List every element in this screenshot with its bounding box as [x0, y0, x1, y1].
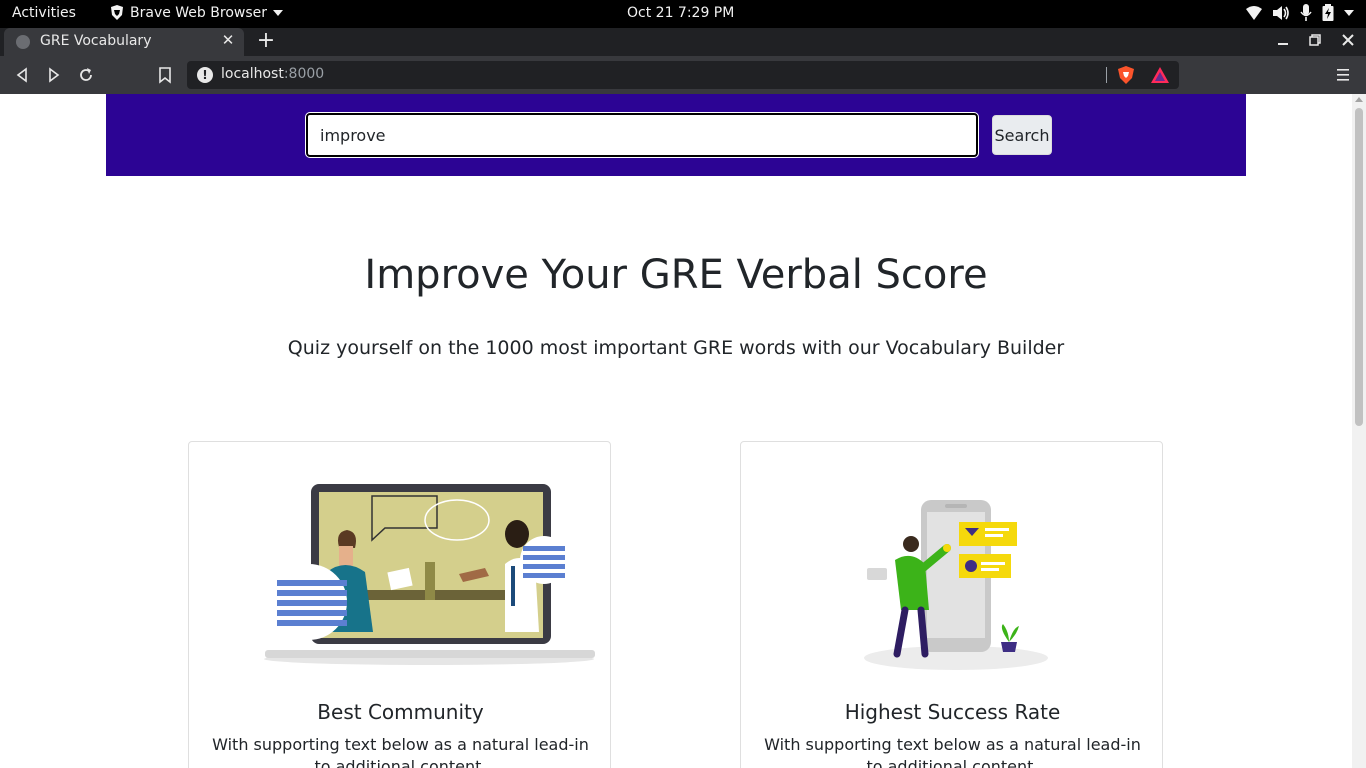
system-tray[interactable] [1246, 4, 1354, 22]
page-subtitle: Quiz yourself on the 1000 most important… [287, 337, 1065, 359]
page-title: Improve Your GRE Verbal Score [364, 252, 988, 298]
card-text: With supporting text below as a natural … [212, 735, 589, 768]
globe-icon [16, 35, 30, 49]
tab-gre-vocabulary[interactable]: GRE Vocabulary ✕ [4, 28, 244, 56]
brave-shields-icon[interactable] [1117, 66, 1135, 84]
brave-rewards-icon[interactable] [1151, 67, 1169, 83]
feature-card-success: Highest Success Rate With supporting tex… [740, 441, 1163, 768]
web-page: Search Improve Your GRE Verbal Score Qui… [0, 94, 1352, 768]
app-menu[interactable]: Brave Web Browser [110, 5, 283, 21]
phone-chat-illustration [864, 500, 1048, 670]
url-divider [1106, 67, 1107, 83]
volume-icon [1273, 6, 1289, 20]
site-info-icon[interactable]: ! [197, 67, 213, 83]
card-text: With supporting text below as a natural … [764, 735, 1141, 768]
close-window-icon[interactable] [1338, 32, 1358, 52]
video-meeting-illustration [264, 484, 595, 665]
tab-strip: GRE Vocabulary ✕ + [0, 28, 1366, 56]
feature-card-community: Best Community With supporting text belo… [188, 441, 611, 768]
app-menu-label: Brave Web Browser [130, 5, 267, 21]
url-text: localhost:8000 [221, 66, 325, 82]
forward-icon[interactable] [44, 65, 64, 85]
card-title: Best Community [317, 700, 484, 724]
activities-button[interactable]: Activities [12, 5, 76, 21]
brave-lion-icon [111, 5, 123, 20]
maximize-icon[interactable] [1305, 32, 1325, 52]
battery-icon [1322, 4, 1334, 21]
search-input[interactable] [305, 112, 979, 158]
clock[interactable]: Oct 21 7:29 PM [627, 5, 734, 21]
minimize-icon[interactable] [1273, 32, 1293, 52]
address-bar[interactable]: ! localhost:8000 [187, 61, 1179, 89]
reload-icon[interactable] [76, 65, 96, 85]
microphone-icon [1300, 4, 1312, 21]
wifi-icon [1246, 6, 1262, 20]
hamburger-menu-icon[interactable] [1334, 65, 1354, 85]
close-tab-icon[interactable]: ✕ [220, 32, 236, 48]
back-icon[interactable] [12, 65, 32, 85]
system-menu-chevron-icon [1344, 10, 1354, 16]
new-tab-button[interactable]: + [256, 30, 276, 52]
scrollbar-thumb[interactable] [1355, 108, 1363, 426]
search-header: Search [106, 94, 1246, 176]
scroll-up-icon[interactable] [1355, 97, 1363, 102]
bookmark-icon[interactable] [155, 65, 175, 85]
card-title: Highest Success Rate [844, 700, 1061, 724]
chevron-down-icon [273, 10, 283, 16]
browser-toolbar: ! localhost:8000 [0, 56, 1366, 94]
page-scrollbar[interactable] [1352, 94, 1366, 768]
system-top-bar: Activities Brave Web Browser Oct 21 7:29… [0, 0, 1366, 28]
tab-title: GRE Vocabulary [40, 33, 152, 49]
search-button[interactable]: Search [992, 115, 1052, 155]
